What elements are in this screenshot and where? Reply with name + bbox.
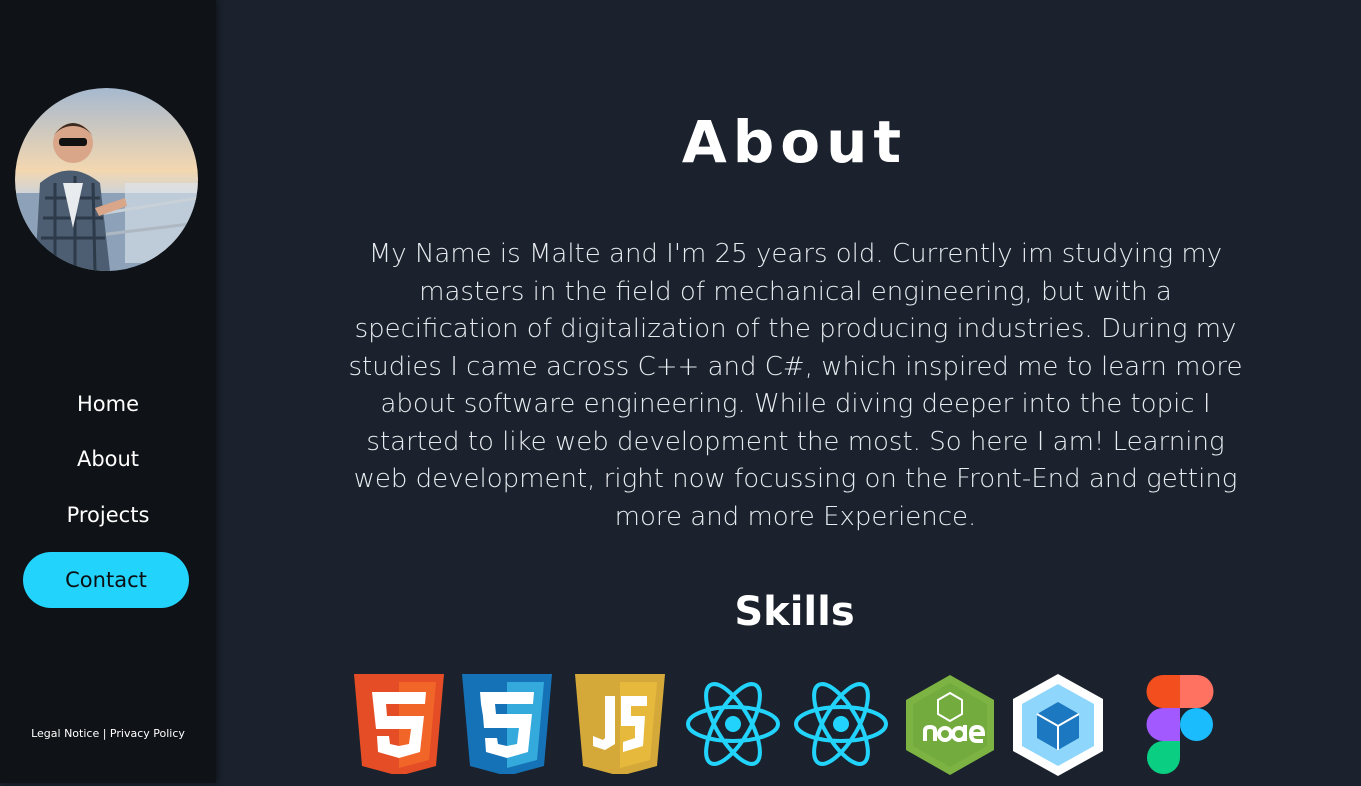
page-title: About <box>681 108 908 176</box>
figma-icon <box>1146 675 1214 779</box>
avatar <box>15 88 198 271</box>
skills-heading: Skills <box>734 589 855 635</box>
sidebar: Home About Projects Contact Legal Notice… <box>0 0 216 783</box>
css3-icon <box>462 674 552 778</box>
nav-about[interactable]: About <box>0 447 216 471</box>
html5-icon <box>354 674 444 778</box>
legal-footer: Legal Notice | Privacy Policy <box>0 727 216 740</box>
legal-notice-link[interactable]: Legal Notice <box>31 727 99 740</box>
contact-button[interactable]: Contact <box>23 552 189 608</box>
main-content: About My Name is Malte and I'm 25 years … <box>216 0 1361 786</box>
legal-separator: | <box>99 727 110 740</box>
nodejs-icon <box>905 675 995 779</box>
nav-projects[interactable]: Projects <box>0 503 216 527</box>
webpack-icon <box>1013 674 1103 780</box>
javascript-icon <box>575 674 665 778</box>
privacy-policy-link[interactable]: Privacy Policy <box>110 727 185 740</box>
about-text: My Name is Malte and I'm 25 years old. C… <box>348 239 1243 532</box>
react-icon <box>685 680 781 772</box>
nav-home[interactable]: Home <box>0 392 216 416</box>
react-icon <box>793 680 889 772</box>
